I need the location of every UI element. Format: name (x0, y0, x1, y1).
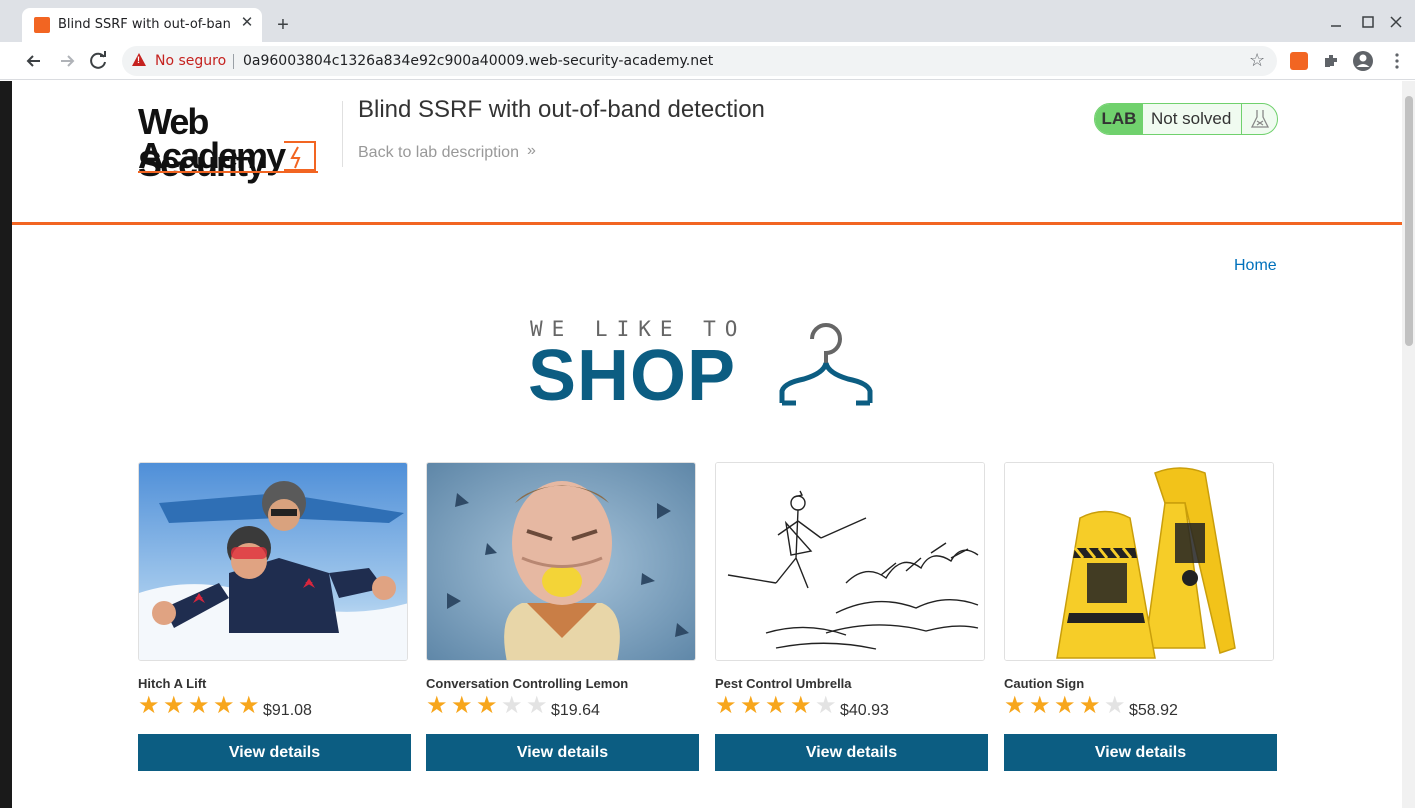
hanger-icon (779, 323, 873, 406)
product-rating: ★ ★ ★ ★ ★ (715, 694, 840, 718)
window-close-icon[interactable] (1386, 12, 1406, 32)
product-name: Pest Control Umbrella (715, 676, 852, 691)
star-filled-icon: ★ (765, 692, 787, 719)
star-filled-icon: ★ (138, 692, 160, 719)
star-empty-icon: ★ (526, 692, 548, 719)
lab-title: Blind SSRF with out-of-band detection (358, 96, 765, 123)
star-filled-icon: ★ (476, 692, 498, 719)
star-icon[interactable]: ☆ (1249, 50, 1265, 71)
star-empty-icon: ★ (1104, 692, 1126, 719)
new-tab-button[interactable]: + (272, 14, 294, 36)
extension-icon[interactable] (1290, 52, 1308, 70)
product-rating: ★ ★ ★ ★ ★ (1004, 694, 1129, 718)
star-filled-icon: ★ (188, 692, 210, 719)
minimize-icon[interactable] (1326, 12, 1346, 32)
browser-toolbar: No seguro 0a96003804c1326a834e92c900a400… (0, 42, 1415, 80)
puzzle-icon[interactable] (1322, 52, 1340, 70)
product-name: Caution Sign (1004, 676, 1085, 691)
tab-title: Blind SSRF with out-of-band detection (58, 17, 230, 32)
omnibox-divider (233, 54, 234, 69)
view-details-button[interactable]: View details (715, 734, 988, 771)
star-filled-icon: ★ (426, 692, 448, 719)
product-price: $58.92 (1129, 702, 1178, 719)
lab-status-text: Not solved (1151, 109, 1232, 128)
web-security-academy-logo[interactable]: Web Security Academy (138, 101, 338, 184)
security-indicator[interactable]: No seguro (155, 53, 226, 69)
scrollbar-thumb[interactable] (1405, 96, 1413, 346)
page-viewport: Web Security Academy Blind SSRF with out… (12, 81, 1402, 808)
lab-status-badge: LAB Not solved (1094, 103, 1278, 135)
product-image-skydivers[interactable] (138, 462, 408, 661)
page-scrollbar[interactable] (1402, 81, 1415, 808)
logo-bolt-icon (284, 141, 316, 171)
product-image-umbrella[interactable] (715, 462, 985, 661)
url-text[interactable]: 0a96003804c1326a834e92c900a40009.web-sec… (243, 53, 713, 69)
star-filled-icon: ★ (790, 692, 812, 719)
view-details-button[interactable]: View details (426, 734, 699, 771)
menu-icon[interactable] (1388, 52, 1406, 70)
star-empty-icon: ★ (815, 692, 837, 719)
warning-icon (132, 53, 146, 66)
forward-icon[interactable] (54, 48, 80, 74)
browser-window: Blind SSRF with out-of-band detection ✕ … (0, 0, 1415, 808)
tab-close-icon[interactable]: ✕ (238, 14, 256, 32)
product-price: $40.93 (840, 702, 889, 719)
chevron-right-icon: » (527, 142, 536, 159)
maximize-icon[interactable] (1358, 12, 1378, 32)
product-rating: ★ ★ ★ ★ ★ (138, 694, 263, 718)
lab-tag: LAB (1095, 104, 1143, 134)
profile-icon[interactable] (1352, 50, 1374, 72)
address-bar[interactable]: No seguro 0a96003804c1326a834e92c900a400… (122, 46, 1277, 76)
home-link[interactable]: Home (1234, 257, 1277, 275)
star-filled-icon: ★ (740, 692, 762, 719)
star-filled-icon: ★ (715, 692, 737, 719)
desktop-edge (0, 81, 12, 808)
header-divider (342, 101, 343, 167)
star-empty-icon: ★ (501, 692, 523, 719)
tab-strip: Blind SSRF with out-of-band detection ✕ … (0, 0, 1415, 42)
shop-banner: WE LIKE TO SHOP (528, 317, 890, 416)
product-name: Hitch A Lift (138, 676, 207, 691)
header-rule (12, 222, 1402, 225)
tab-active[interactable]: Blind SSRF with out-of-band detection ✕ (22, 8, 262, 42)
view-details-button[interactable]: View details (138, 734, 411, 771)
star-filled-icon: ★ (1079, 692, 1101, 719)
product-image-lemon[interactable] (426, 462, 696, 661)
back-icon[interactable] (21, 48, 47, 74)
favicon-icon (34, 17, 50, 33)
product-price: $19.64 (551, 702, 600, 719)
view-details-button[interactable]: View details (1004, 734, 1277, 771)
star-filled-icon: ★ (1004, 692, 1026, 719)
logo-underline (138, 171, 318, 173)
star-filled-icon: ★ (1054, 692, 1076, 719)
star-filled-icon: ★ (238, 692, 260, 719)
star-filled-icon: ★ (1029, 692, 1051, 719)
banner-title: SHOP (528, 336, 737, 416)
back-to-lab-link[interactable]: Back to lab description (358, 144, 519, 162)
product-price: $91.08 (263, 702, 312, 719)
reload-icon[interactable] (86, 48, 112, 74)
star-filled-icon: ★ (213, 692, 235, 719)
product-rating: ★ ★ ★ ★ ★ (426, 694, 551, 718)
product-name: Conversation Controlling Lemon (426, 676, 629, 691)
flask-icon (1241, 104, 1277, 134)
star-filled-icon: ★ (163, 692, 185, 719)
product-image-caution-sign[interactable] (1004, 462, 1274, 661)
star-filled-icon: ★ (451, 692, 473, 719)
